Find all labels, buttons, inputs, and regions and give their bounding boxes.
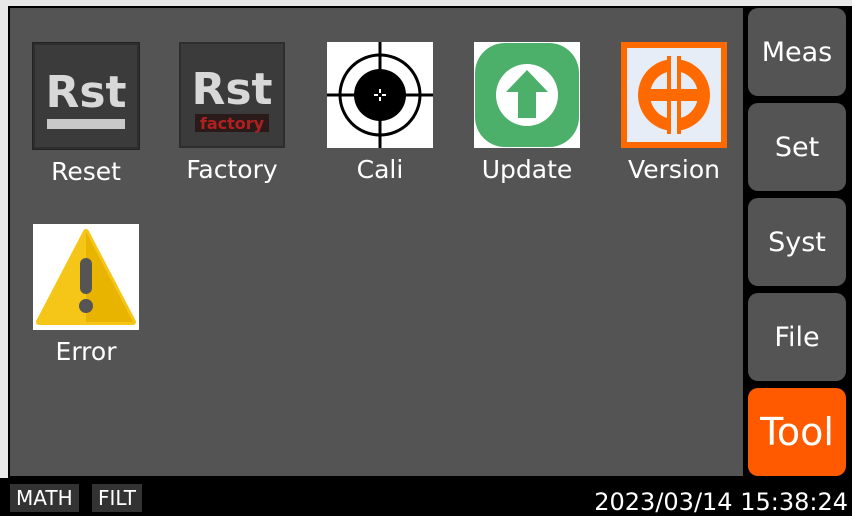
screen: Rst Reset Rst factory Factory Cali Updat… bbox=[0, 0, 852, 516]
sidebar-item-label: Tool bbox=[760, 410, 834, 454]
app-update-label: Update bbox=[481, 155, 573, 184]
sidebar-item-meas[interactable]: Meas bbox=[748, 8, 846, 96]
sidebar-item-file[interactable]: File bbox=[748, 293, 846, 381]
app-version[interactable]: Version bbox=[614, 42, 734, 184]
app-reset[interactable]: Rst Reset bbox=[26, 42, 146, 186]
status-bar: MATH FILT 2023/03/14 15:38:24 bbox=[0, 482, 852, 516]
reset-icon-text: Rst bbox=[45, 67, 126, 118]
factory-icon-subtext: factory bbox=[200, 114, 265, 133]
app-cali-label: Cali bbox=[356, 155, 404, 184]
reset-icon: Rst bbox=[32, 42, 140, 150]
app-error-label: Error bbox=[55, 337, 117, 366]
sidebar-item-label: Syst bbox=[768, 226, 826, 258]
sidebar-item-set[interactable]: Set bbox=[748, 103, 846, 191]
sidebar-item-label: File bbox=[774, 321, 820, 353]
sidebar-item-syst[interactable]: Syst bbox=[748, 198, 846, 286]
app-update[interactable]: Update bbox=[467, 42, 587, 184]
left-border bbox=[0, 0, 8, 478]
app-factory[interactable]: Rst factory Factory bbox=[172, 42, 292, 184]
app-version-label: Version bbox=[628, 155, 720, 184]
datetime-display: 2023/03/14 15:38:24 bbox=[594, 488, 848, 516]
factory-icon-text: Rst bbox=[191, 64, 272, 115]
upload-arrow-icon bbox=[474, 42, 580, 148]
app-reset-label: Reset bbox=[51, 157, 121, 186]
tool-panel: Rst Reset Rst factory Factory Cali Updat… bbox=[10, 8, 743, 476]
warning-icon bbox=[33, 224, 139, 330]
sidebar-item-label: Set bbox=[774, 131, 820, 163]
app-error[interactable]: Error bbox=[26, 224, 146, 366]
sidebar-item-label: Meas bbox=[761, 36, 833, 68]
app-cali[interactable]: Cali bbox=[320, 42, 440, 184]
sidebar-item-tool[interactable]: Tool bbox=[748, 388, 846, 476]
top-border bbox=[0, 0, 852, 6]
app-factory-label: Factory bbox=[186, 155, 278, 184]
factory-reset-icon: Rst factory bbox=[179, 42, 285, 148]
filter-badge[interactable]: FILT bbox=[92, 484, 143, 512]
version-icon bbox=[621, 42, 727, 148]
crosshair-icon bbox=[327, 42, 433, 148]
math-badge[interactable]: MATH bbox=[10, 484, 79, 512]
